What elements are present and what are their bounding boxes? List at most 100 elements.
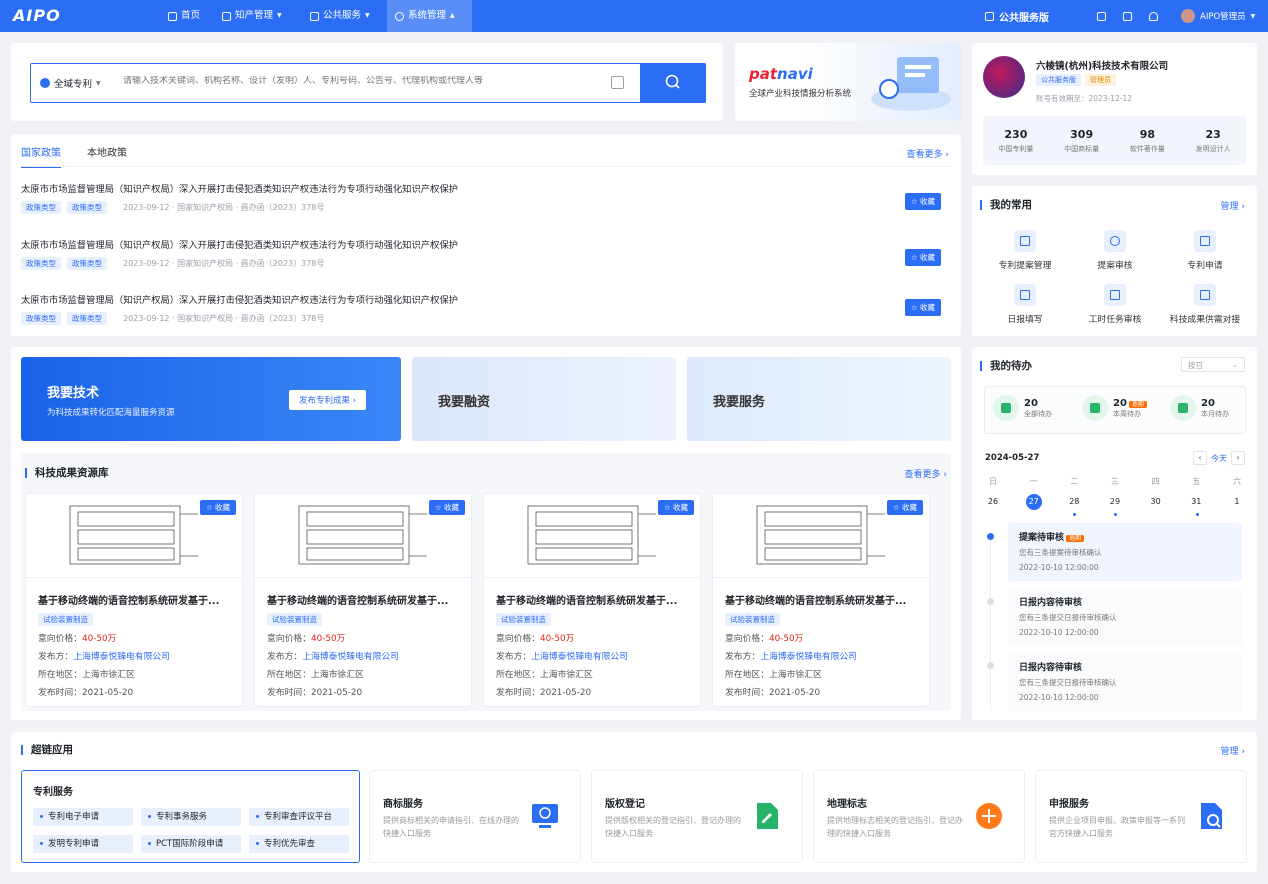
collect-button[interactable]: ☆ 收藏 [886, 500, 923, 515]
collect-button[interactable]: ☆ 收藏 [904, 249, 941, 266]
copyright-service-card[interactable]: 版权登记 提供版权相关的登记指引、登记办理的快捷入口服务 [591, 770, 803, 863]
collect-button[interactable]: ☆ 收藏 [428, 500, 465, 515]
shortcut-proposal-review[interactable]: 提案审核 [1070, 230, 1160, 271]
user-menu[interactable]: AIPO管理员 ▼ [1181, 0, 1255, 32]
collect-button[interactable]: ☆ 收藏 [199, 500, 236, 515]
todo-item[interactable]: 日报内容待审核 您有三条提交日报待审核确认 2022-10-10 12:00:0… [1008, 653, 1242, 711]
policy-row[interactable]: 太原市市场监督管理局（知识产权局）深入开展打击侵犯酒类知识产权违法行为专项行动强… [21, 181, 941, 221]
shortcut-tech-matching[interactable]: 科技成果供需对接 [1160, 284, 1250, 325]
todo-item-desc: 您有三条提交日报待审核确认 [1019, 678, 1117, 687]
app-logo[interactable]: AIPO [13, 6, 61, 25]
shortcut-patent-apply[interactable]: 专利申请 [1160, 230, 1250, 271]
patent-service-link[interactable]: 专利优先审查 [249, 835, 349, 853]
resource-publisher[interactable]: 上海博泰悦臻电有限公司 [531, 652, 628, 662]
tab-local-policy[interactable]: 本地政策 [87, 144, 127, 168]
resource-price: 40-50万 [540, 634, 575, 644]
want-service-banner[interactable]: 我要服务 [687, 357, 951, 441]
image-search-icon[interactable] [611, 76, 624, 89]
trademark-service-card[interactable]: 商标服务 提供商标相关的申请指引、在线办理的快捷入口服务 [369, 770, 581, 863]
want-tech-banner[interactable]: 我要技术 为科技成果转化匹配海量服务资源 发布专利成果 › [21, 357, 401, 441]
book-icon[interactable] [1097, 11, 1106, 21]
edition-badge: 公共服务版 [1036, 74, 1081, 86]
geo-mark-service-card[interactable]: 地理标志 提供地理标志相关的登记指引、登记办理的快捷入口服务 [813, 770, 1025, 863]
want-finance-banner[interactable]: 我要融资 [412, 357, 676, 441]
todo-week[interactable]: 20 逾期 本周待办 [1082, 395, 1147, 421]
resource-card[interactable]: ☆ 收藏 基于移动终端的语音控制系统研发基于... 试验装置制造 意向价格：40… [483, 493, 701, 707]
calendar-day[interactable]: 29 [1104, 494, 1126, 510]
period-select[interactable]: 按日 ⌄ [1181, 357, 1245, 372]
bell-icon[interactable] [1149, 11, 1158, 21]
price-label: 意向价格： [267, 634, 311, 644]
common-manage-link[interactable]: 管理 › [1221, 199, 1245, 212]
policy-more-label: 查看更多 [906, 150, 943, 160]
resource-publisher[interactable]: 上海博泰悦臻电有限公司 [760, 652, 857, 662]
resource-card[interactable]: ☆ 收藏 基于移动终端的语音控制系统研发基于... 试验装置制造 意向价格：40… [712, 493, 930, 707]
shortcut-patent-proposal[interactable]: 专利提案管理 [980, 230, 1070, 271]
patent-service-link[interactable]: 发明专利申请 [33, 835, 133, 853]
resource-card[interactable]: ☆ 收藏 基于移动终端的语音控制系统研发基于... 试验装置制造 意向价格：40… [254, 493, 472, 707]
resource-card[interactable]: ☆ 收藏 基于移动终端的语音控制系统研发基于... 试验装置制造 意向价格：40… [25, 493, 243, 707]
collect-button[interactable]: ☆ 收藏 [657, 500, 694, 515]
settings-icon [395, 11, 404, 21]
calendar-day[interactable]: 30 [1145, 494, 1167, 510]
policy-title[interactable]: 太原市市场监督管理局（知识产权局）深入开展打击侵犯酒类知识产权违法行为专项行动强… [21, 292, 941, 306]
patent-service-link[interactable]: PCT国际阶段申请 [141, 835, 241, 853]
policy-title[interactable]: 太原市市场监督管理局（知识产权局）深入开展打击侵犯酒类知识产权违法行为专项行动强… [21, 237, 941, 251]
resource-publisher[interactable]: 上海博泰悦臻电有限公司 [73, 652, 170, 662]
nav-public-service[interactable]: 公共服务 ▼ [302, 0, 378, 32]
todo-month[interactable]: 20 本月待办 [1170, 395, 1229, 421]
resource-price: 40-50万 [769, 634, 804, 644]
policy-title[interactable]: 太原市市场监督管理局（知识产权局）深入开展打击侵犯酒类知识产权违法行为专项行动强… [21, 181, 941, 195]
policy-row[interactable]: 太原市市场监督管理局（知识产权局）深入开展打击侵犯酒类知识产权违法行为专项行动强… [21, 292, 941, 332]
links-manage-link[interactable]: 管理 › [1221, 744, 1245, 757]
public-service-badge[interactable]: 公共服务版 [985, 0, 1049, 32]
search-scope-select[interactable]: 全域专利 ▼ [40, 76, 101, 90]
policy-row[interactable]: 太原市市场监督管理局（知识产权局）深入开展打击侵犯酒类知识产权违法行为专项行动强… [21, 237, 941, 277]
company-stats: 230 中国专利量 309 中国商标量 98 软件著作量 23 发明设计人 [983, 116, 1246, 165]
search-card: 全域专利 ▼ [11, 43, 723, 121]
common-panel: 我的常用 管理 › 专利提案管理 提案审核 专利申请 日报填写 工时任务审核 科… [972, 186, 1257, 336]
publish-patent-button[interactable]: 发布专利成果 › [289, 390, 367, 410]
stat-inventors[interactable]: 23 发明设计人 [1196, 128, 1231, 154]
shortcut-worktime-review[interactable]: 工时任务审核 [1070, 284, 1160, 325]
collect-button[interactable]: ☆ 收藏 [904, 299, 941, 316]
todo-all[interactable]: 20 全部待办 [993, 395, 1052, 421]
timeline-dot [987, 598, 994, 605]
patent-service-link[interactable]: 专利审查评议平台 [249, 808, 349, 826]
todo-label: 本月待办 [1201, 409, 1229, 418]
chevron-down-icon: ⌄ [1231, 360, 1238, 369]
stat-label: 发明设计人 [1195, 144, 1231, 153]
tab-national-policy[interactable]: 国家政策 [21, 144, 61, 168]
stat-china-patent[interactable]: 230 中国专利量 [998, 128, 1033, 154]
calendar-day[interactable]: 28 [1063, 494, 1085, 510]
shortcut-daily-report[interactable]: 日报填写 [980, 284, 1070, 325]
prev-week-icon[interactable]: ‹ [1193, 451, 1207, 465]
resource-publisher[interactable]: 上海博泰悦臻电有限公司 [302, 652, 399, 662]
nav-ip-management[interactable]: 知产管理 ▼ [214, 0, 290, 32]
stat-china-trademark[interactable]: 309 中国商标量 [1064, 128, 1099, 154]
collect-label: 收藏 [920, 303, 935, 312]
nav-home[interactable]: 首页 [160, 0, 208, 32]
calendar-day[interactable]: 1 [1226, 494, 1248, 510]
publisher-label: 发布方： [496, 652, 532, 662]
nav-system-management[interactable]: 系统管理 ▲ [387, 0, 472, 32]
calendar-day-selected[interactable]: 27 [1025, 494, 1042, 510]
calendar-day[interactable]: 31 [1185, 494, 1207, 510]
grid-icon[interactable] [1123, 11, 1132, 21]
resource-more-link[interactable]: 查看更多 › [905, 467, 947, 480]
todo-item[interactable]: 提案待审核 逾期 您有三条提案待审核确认 2022-10-10 12:00:00 [1008, 523, 1242, 581]
patent-service-link[interactable]: 专利电子申请 [33, 808, 133, 826]
calendar-day[interactable]: 26 [982, 494, 1004, 510]
stat-software-copyright[interactable]: 98 软件著作量 [1130, 128, 1165, 154]
patent-service-link[interactable]: 专利事务服务 [141, 808, 241, 826]
collect-button[interactable]: ☆ 收藏 [904, 193, 941, 210]
declare-service-card[interactable]: 申报服务 提供企业项目申报、政策申报等一系列官方快捷入口服务 [1035, 770, 1247, 863]
next-week-icon[interactable]: › [1231, 451, 1245, 465]
search-button[interactable] [640, 63, 706, 103]
search-input[interactable] [123, 76, 603, 86]
today-button[interactable]: 今天 [1211, 453, 1227, 464]
todo-item[interactable]: 日报内容待审核 您有三条提交日报待审核确认 2022-10-10 12:00:0… [1008, 588, 1242, 646]
resource-region: 上海市徐汇区 [540, 670, 593, 680]
policy-more-link[interactable]: 查看更多 › [907, 147, 949, 160]
patnavi-banner[interactable]: patnavi 全球产业科技情报分析系统 [735, 43, 961, 121]
